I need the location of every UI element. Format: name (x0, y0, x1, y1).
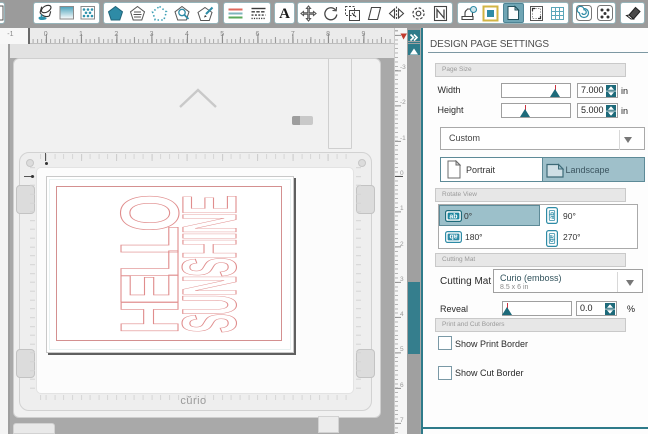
svg-text:A: A (279, 6, 290, 22)
svg-text:ab: ab (550, 212, 556, 219)
svg-text:ab: ab (548, 235, 554, 242)
svg-text:SUNSHINE: SUNSHINE (167, 196, 253, 333)
svg-text:ab: ab (449, 233, 457, 240)
svg-text:ab: ab (449, 213, 457, 220)
